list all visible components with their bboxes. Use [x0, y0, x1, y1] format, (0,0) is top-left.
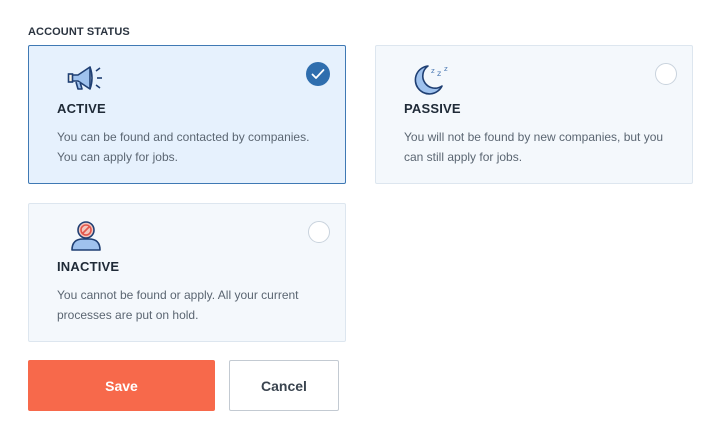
status-description-inactive: You cannot be found or apply. All your c… [57, 288, 299, 322]
svg-text:z: z [444, 65, 448, 73]
status-option-passive[interactable]: z z z PASSIVE You will not be found by n… [375, 45, 693, 184]
radio-inactive[interactable] [308, 221, 330, 243]
status-title-inactive: INACTIVE [57, 259, 120, 274]
check-icon [311, 69, 325, 79]
cancel-button[interactable]: Cancel [229, 360, 339, 411]
sleeping-moon-icon: z z z [414, 62, 454, 96]
svg-text:z: z [437, 69, 441, 78]
status-option-inactive[interactable]: INACTIVE You cannot be found or apply. A… [28, 203, 346, 342]
account-status-label: ACCOUNT STATUS [28, 26, 130, 38]
radio-passive[interactable] [655, 63, 677, 85]
status-title-passive: PASSIVE [404, 101, 461, 116]
status-option-active[interactable]: ACTIVE You can be found and contacted by… [28, 45, 346, 184]
status-description-active: You can be found and contacted by compan… [57, 130, 310, 164]
status-description-passive: You will not be found by new companies, … [404, 130, 664, 164]
status-title-active: ACTIVE [57, 101, 106, 116]
svg-text:z: z [431, 67, 435, 75]
megaphone-icon [67, 62, 107, 96]
radio-active-checked[interactable] [306, 62, 330, 86]
save-button[interactable]: Save [28, 360, 215, 411]
blocked-user-icon [67, 218, 107, 252]
